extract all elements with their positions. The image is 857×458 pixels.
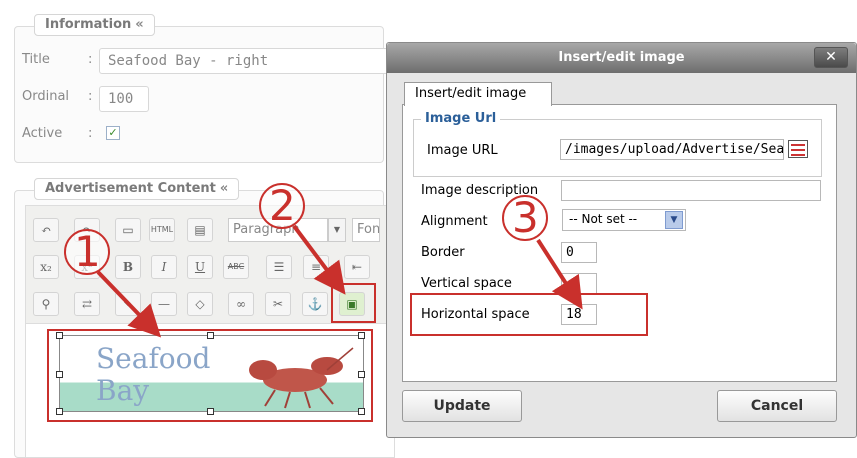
bold-button[interactable]: B (115, 255, 141, 279)
paste-word-icon[interactable]: ▤ (187, 218, 213, 242)
tab-insert-edit-image[interactable]: Insert/edit image (404, 82, 552, 106)
border-label: Border (421, 245, 465, 260)
image-description-input[interactable] (561, 180, 821, 201)
horizontal-rule-icon[interactable]: — (151, 292, 177, 316)
active-checkbox[interactable]: ✓ (106, 126, 120, 140)
alignment-label: Alignment (421, 214, 488, 229)
anchor-icon[interactable]: ⚓ (302, 292, 328, 316)
browse-icon[interactable] (788, 140, 808, 158)
image-url-group-legend: Image Url (421, 111, 501, 126)
callout-number-1: 1 (74, 227, 101, 276)
unlink-icon[interactable]: ✂ (265, 292, 291, 316)
link-icon[interactable]: ∞ (228, 292, 254, 316)
undo-icon[interactable]: ↶ (33, 218, 59, 242)
subscript-icon[interactable]: x₂ (33, 255, 59, 279)
information-legend[interactable]: Information « (34, 14, 155, 36)
vertical-space-input[interactable] (561, 273, 597, 294)
find-icon[interactable]: ⚲ (33, 292, 59, 316)
image-url-label: Image URL (427, 143, 498, 158)
ordinal-label: Ordinal (22, 89, 70, 104)
italic-button[interactable]: I (151, 255, 177, 279)
dialog-title: Insert/edit image (558, 50, 685, 65)
chevron-down-icon[interactable]: ▼ (665, 211, 683, 229)
advertisement-legend[interactable]: Advertisement Content « (34, 178, 240, 200)
title-colon: : (88, 52, 93, 67)
numbered-list-icon[interactable]: ≡ (303, 255, 329, 279)
callout-box-insert-image (331, 283, 376, 323)
fullscreen-icon[interactable]: ▭ (115, 218, 141, 242)
callout-box-image (47, 329, 373, 422)
active-label: Active (22, 126, 63, 141)
active-colon: : (88, 126, 93, 141)
html-source-button[interactable]: HTML (149, 218, 175, 242)
callout-number-3: 3 (512, 193, 539, 242)
ordinal-input[interactable]: 100 (99, 86, 149, 112)
cancel-button[interactable]: Cancel (717, 390, 837, 422)
format-dropdown-icon[interactable]: ▼ (328, 218, 346, 242)
close-icon[interactable]: ✕ (814, 47, 848, 68)
border-input[interactable]: 0 (561, 242, 597, 263)
collapse-icon: « (135, 17, 144, 32)
eraser-icon[interactable]: ◇ (187, 292, 213, 316)
strikethrough-button[interactable]: ABC (223, 255, 249, 279)
cleanup-icon[interactable]: ✎ (115, 292, 141, 316)
update-button[interactable]: Update (402, 390, 522, 422)
dialog-title-bar[interactable]: Insert/edit image ✕ (387, 43, 856, 73)
callout-box-horizontal-space (410, 293, 648, 336)
advertisement-legend-label: Advertisement Content (45, 181, 216, 196)
font-select[interactable]: Font (352, 218, 380, 242)
title-input[interactable]: Seafood Bay - right (99, 48, 389, 74)
callout-number-2: 2 (269, 181, 296, 230)
underline-button[interactable]: U (187, 255, 213, 279)
outdent-icon[interactable]: ⇤ (344, 255, 370, 279)
collapse-icon: « (219, 181, 229, 196)
vertical-space-label: Vertical space (421, 276, 512, 291)
information-legend-label: Information (45, 17, 132, 32)
title-label: Title (22, 52, 50, 67)
replace-icon[interactable]: ⇄ (74, 292, 100, 316)
information-fieldset (14, 26, 384, 163)
bullet-list-icon[interactable]: ☰ (266, 255, 292, 279)
ordinal-colon: : (88, 89, 93, 104)
image-url-input[interactable]: /images/upload/Advertise/Sea (560, 139, 784, 160)
